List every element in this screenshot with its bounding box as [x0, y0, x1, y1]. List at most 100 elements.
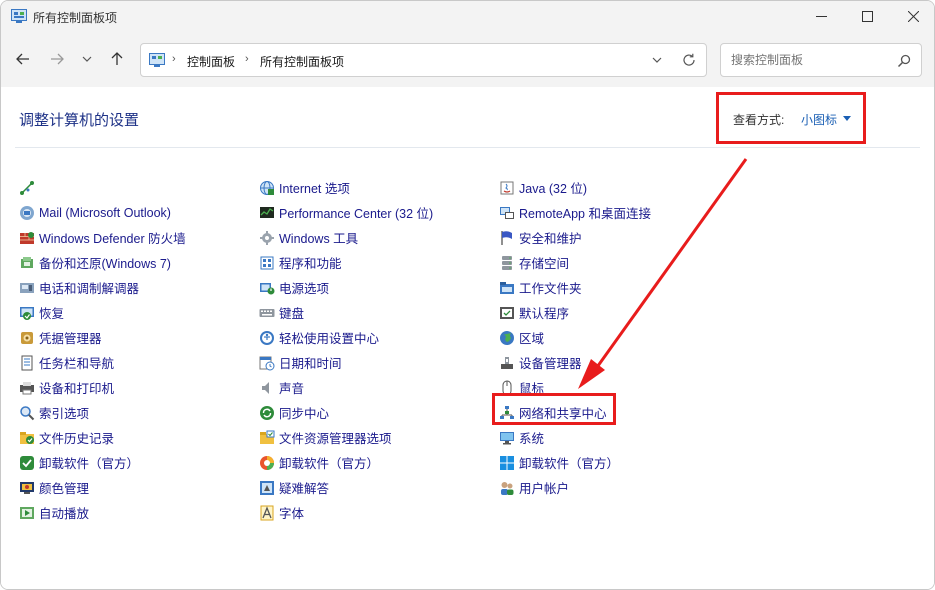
list-item[interactable]: Java (32 位) [499, 175, 651, 200]
firewall-icon [20, 231, 34, 244]
item-label: 电话和调制解调器 [39, 282, 140, 296]
list-item[interactable]: 区域 [499, 325, 651, 350]
list-item[interactable]: 索引选项 [19, 400, 186, 425]
list-item[interactable]: 卸载软件（官方） [259, 450, 433, 475]
troubleshoot-icon [260, 480, 274, 495]
autoplay-icon [20, 506, 34, 519]
items-column-3: Java (32 位) RemoteApp 和桌面连接 安全和维护 存储空间 工… [499, 175, 651, 500]
item-label: 凭据管理器 [39, 332, 102, 346]
item-label: 卸载软件（官方） [279, 457, 380, 471]
list-item[interactable]: 电话和调制解调器 [19, 275, 186, 300]
backup-icon [21, 256, 33, 268]
list-item[interactable]: RemoteApp 和桌面连接 [499, 200, 651, 225]
list-item[interactable]: 键盘 [259, 300, 433, 325]
list-item[interactable]: Mail (Microsoft Outlook) [19, 200, 186, 225]
item-label: Performance Center (32 位) [279, 207, 434, 221]
list-item[interactable]: 用户帐户 [499, 475, 651, 500]
maximize-button[interactable] [844, 1, 890, 31]
list-item[interactable]: Internet 选项 [259, 175, 433, 200]
item-label: 区域 [519, 332, 545, 346]
list-item[interactable]: 文件资源管理器选项 [259, 425, 433, 450]
color-icon [20, 481, 34, 494]
minimize-button[interactable] [798, 1, 844, 31]
close-button[interactable] [890, 1, 934, 31]
remoteapp-icon [500, 206, 514, 219]
view-mode-highlight: 查看方式: 小图标 [716, 92, 866, 144]
item-label: 默认程序 [519, 307, 570, 321]
item-label: 设备和打印机 [39, 382, 115, 396]
caret-down-icon[interactable] [843, 116, 851, 121]
list-item[interactable]: 恢复 [19, 300, 186, 325]
search-input[interactable] [731, 53, 891, 67]
items-column-1: Mail (Microsoft Outlook) Windows Defende… [19, 175, 186, 525]
list-item[interactable]: 声音 [259, 375, 433, 400]
view-mode-label: 查看方式: [733, 113, 785, 127]
work-folders-icon [500, 281, 514, 294]
sound-icon [262, 381, 269, 394]
list-item[interactable]: 默认程序 [499, 300, 651, 325]
breadcrumb-all-items[interactable]: 所有控制面板项 [260, 53, 344, 70]
item-label: 用户帐户 [519, 482, 570, 496]
item-label: 电源选项 [279, 282, 330, 296]
window-title: 所有控制面板项 [33, 11, 118, 25]
item-label: 字体 [279, 507, 305, 521]
item-label: Java (32 位) [519, 182, 588, 196]
control-panel-icon [11, 9, 27, 23]
item-label: 索引选项 [39, 407, 90, 421]
list-item[interactable]: 颜色管理 [19, 475, 186, 500]
address-dropdown-icon[interactable] [652, 56, 662, 64]
list-item[interactable]: 卸载软件（官方） [499, 450, 651, 475]
list-item[interactable]: 电源选项 [259, 275, 433, 300]
font-icon [260, 505, 274, 520]
item-label: 日期和时间 [279, 357, 342, 371]
breadcrumb-control-panel[interactable]: 控制面板 [187, 53, 235, 70]
mail-icon [20, 205, 34, 220]
keyboard-icon [259, 308, 275, 317]
view-mode-dropdown[interactable]: 小图标 [801, 111, 837, 128]
list-item[interactable]: 工作文件夹 [499, 275, 651, 300]
security-flag-icon [501, 230, 512, 245]
up-arrow-icon[interactable] [109, 51, 125, 67]
list-item[interactable]: 设备和打印机 [19, 375, 186, 400]
search-box[interactable] [720, 43, 922, 77]
refresh-icon[interactable] [682, 53, 696, 67]
list-item[interactable] [19, 175, 186, 200]
default-programs-icon [500, 306, 514, 319]
list-item[interactable]: 程序和功能 [259, 250, 433, 275]
back-arrow-icon[interactable] [15, 51, 31, 67]
items-column-2: Internet 选项 Performance Center (32 位) Wi… [259, 175, 433, 525]
list-item[interactable]: 安全和维护 [499, 225, 651, 250]
performance-icon [260, 206, 274, 218]
storage-icon [502, 255, 512, 270]
uninstall-icon [20, 455, 34, 470]
list-item[interactable]: 备份和还原(Windows 7) [19, 250, 186, 275]
list-item[interactable]: 存储空间 [499, 250, 651, 275]
list-item[interactable]: 文件历史记录 [19, 425, 186, 450]
list-item[interactable]: 日期和时间 [259, 350, 433, 375]
maximize-icon [861, 10, 873, 22]
item-label: 任务栏和导航 [39, 357, 115, 371]
list-item[interactable]: 设备管理器 [499, 350, 651, 375]
list-item[interactable]: 自动播放 [19, 500, 186, 525]
list-item[interactable]: 同步中心 [259, 400, 433, 425]
region-icon [500, 330, 514, 345]
recovery-icon [20, 306, 34, 320]
list-item[interactable]: Windows Defender 防火墙 [19, 225, 186, 250]
list-item[interactable]: Performance Center (32 位) [259, 200, 433, 225]
list-item[interactable]: 任务栏和导航 [19, 350, 186, 375]
list-item[interactable]: 疑难解答 [259, 475, 433, 500]
list-item[interactable]: 卸载软件（官方） [19, 450, 186, 475]
list-item[interactable]: 字体 [259, 500, 433, 525]
list-item[interactable]: 轻松使用设置中心 [259, 325, 433, 350]
list-item[interactable]: Windows 工具 [259, 225, 433, 250]
item-label: 文件资源管理器选项 [279, 432, 392, 446]
forward-arrow-icon[interactable] [49, 51, 65, 67]
control-panel-small-icon [149, 53, 165, 67]
list-item[interactable]: 系统 [499, 425, 651, 450]
item-label: 工作文件夹 [519, 282, 582, 296]
java-plugin-icon [20, 180, 34, 195]
list-item[interactable]: 凭据管理器 [19, 325, 186, 350]
internet-icon [260, 180, 274, 195]
recent-locations-chevron-icon[interactable] [81, 51, 93, 67]
address-bar[interactable]: › 控制面板 › 所有控制面板项 [140, 43, 707, 77]
